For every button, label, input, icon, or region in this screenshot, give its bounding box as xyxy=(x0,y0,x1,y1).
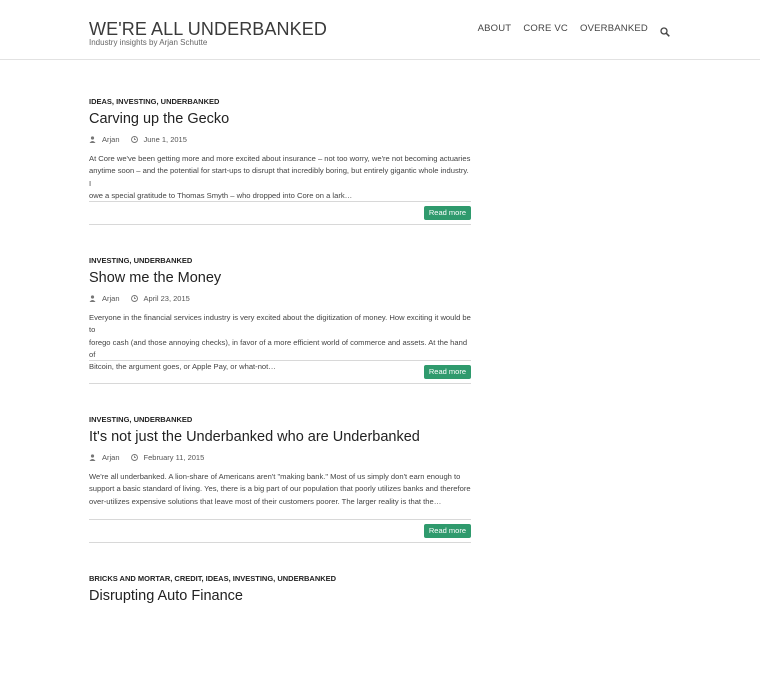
clock-icon xyxy=(130,136,138,143)
post-title[interactable]: It's not just the Underbanked who are Un… xyxy=(89,429,420,445)
excerpt-line: anytime soon – and the potential for sta… xyxy=(89,166,469,188)
divider xyxy=(89,360,471,361)
excerpt-line: support a basic standard of living. Yes,… xyxy=(89,484,471,494)
post-date[interactable]: June 1, 2015 xyxy=(144,135,187,144)
post-author[interactable]: Arjan xyxy=(102,135,120,144)
post: IDEAS, INVESTING, UNDERBANKED Carving up… xyxy=(89,60,471,225)
post-list: IDEAS, INVESTING, UNDERBANKED Carving up… xyxy=(89,60,471,696)
read-more-button[interactable]: Read more xyxy=(423,524,471,538)
excerpt-line: forego cash (and those annoying checks),… xyxy=(89,337,468,359)
post-categories[interactable]: IDEAS, INVESTING, UNDERBANKED xyxy=(89,97,219,106)
user-icon xyxy=(89,295,96,302)
post-author[interactable]: Arjan xyxy=(102,453,120,462)
post-categories[interactable]: BRICKS AND MORTAR, CREDIT, IDEAS, INVEST… xyxy=(89,574,336,583)
post-title[interactable]: Show me the Money xyxy=(89,270,221,286)
post: INVESTING, UNDERBANKED It's not just the… xyxy=(89,378,471,543)
site-title[interactable]: WE'RE ALL UNDERBANKED xyxy=(89,19,327,40)
clock-icon xyxy=(130,295,138,302)
read-more-button[interactable]: Read more xyxy=(423,206,471,220)
post-categories[interactable]: INVESTING, UNDERBANKED xyxy=(89,415,192,424)
main-nav: ABOUT CORE VC OVERBANKED xyxy=(466,23,670,37)
excerpt-line: owe a special gratitude to Thomas Smyth … xyxy=(89,190,353,200)
site-tagline: Industry insights by Arjan Schutte xyxy=(89,38,208,47)
nav-item-about[interactable]: ABOUT xyxy=(478,23,512,34)
post: BRICKS AND MORTAR, CREDIT, IDEAS, INVEST… xyxy=(89,537,471,696)
post: INVESTING, UNDERBANKED Show me the Money… xyxy=(89,219,471,384)
post-author[interactable]: Arjan xyxy=(102,294,120,303)
post-meta: Arjan April 23, 2015 xyxy=(89,294,190,303)
divider xyxy=(89,201,471,202)
clock-icon xyxy=(130,454,138,461)
post-meta: Arjan February 11, 2015 xyxy=(89,453,204,462)
excerpt-line: over-utilizes expensive solutions that l… xyxy=(89,496,442,506)
post-date[interactable]: February 11, 2015 xyxy=(144,453,205,462)
post-excerpt: We're all underbanked. A lion-share of A… xyxy=(89,471,471,508)
search-icon[interactable] xyxy=(660,24,670,37)
nav-item-overbanked[interactable]: OVERBANKED xyxy=(580,23,648,34)
excerpt-line: Everyone in the financial services indus… xyxy=(89,313,471,335)
post-meta: Arjan June 1, 2015 xyxy=(89,135,187,144)
post-title[interactable]: Disrupting Auto Finance xyxy=(89,588,243,604)
read-more-button[interactable]: Read more xyxy=(423,365,471,379)
divider xyxy=(89,519,471,520)
post-categories[interactable]: INVESTING, UNDERBANKED xyxy=(89,256,192,265)
user-icon xyxy=(89,136,96,143)
post-excerpt: At Core we've been getting more and more… xyxy=(89,153,471,202)
post-excerpt: Everyone in the financial services indus… xyxy=(89,312,471,373)
post-date[interactable]: April 23, 2015 xyxy=(144,294,190,303)
nav-item-core-vc[interactable]: CORE VC xyxy=(523,23,568,34)
user-icon xyxy=(89,454,96,461)
excerpt-line: At Core we've been getting more and more… xyxy=(89,154,471,163)
post-title[interactable]: Carving up the Gecko xyxy=(89,111,229,127)
excerpt-line: Bitcoin, the argument goes, or Apple Pay… xyxy=(89,362,276,372)
site-header: WE'RE ALL UNDERBANKED Industry insights … xyxy=(0,0,760,60)
excerpt-line: We're all underbanked. A lion-share of A… xyxy=(89,472,461,481)
